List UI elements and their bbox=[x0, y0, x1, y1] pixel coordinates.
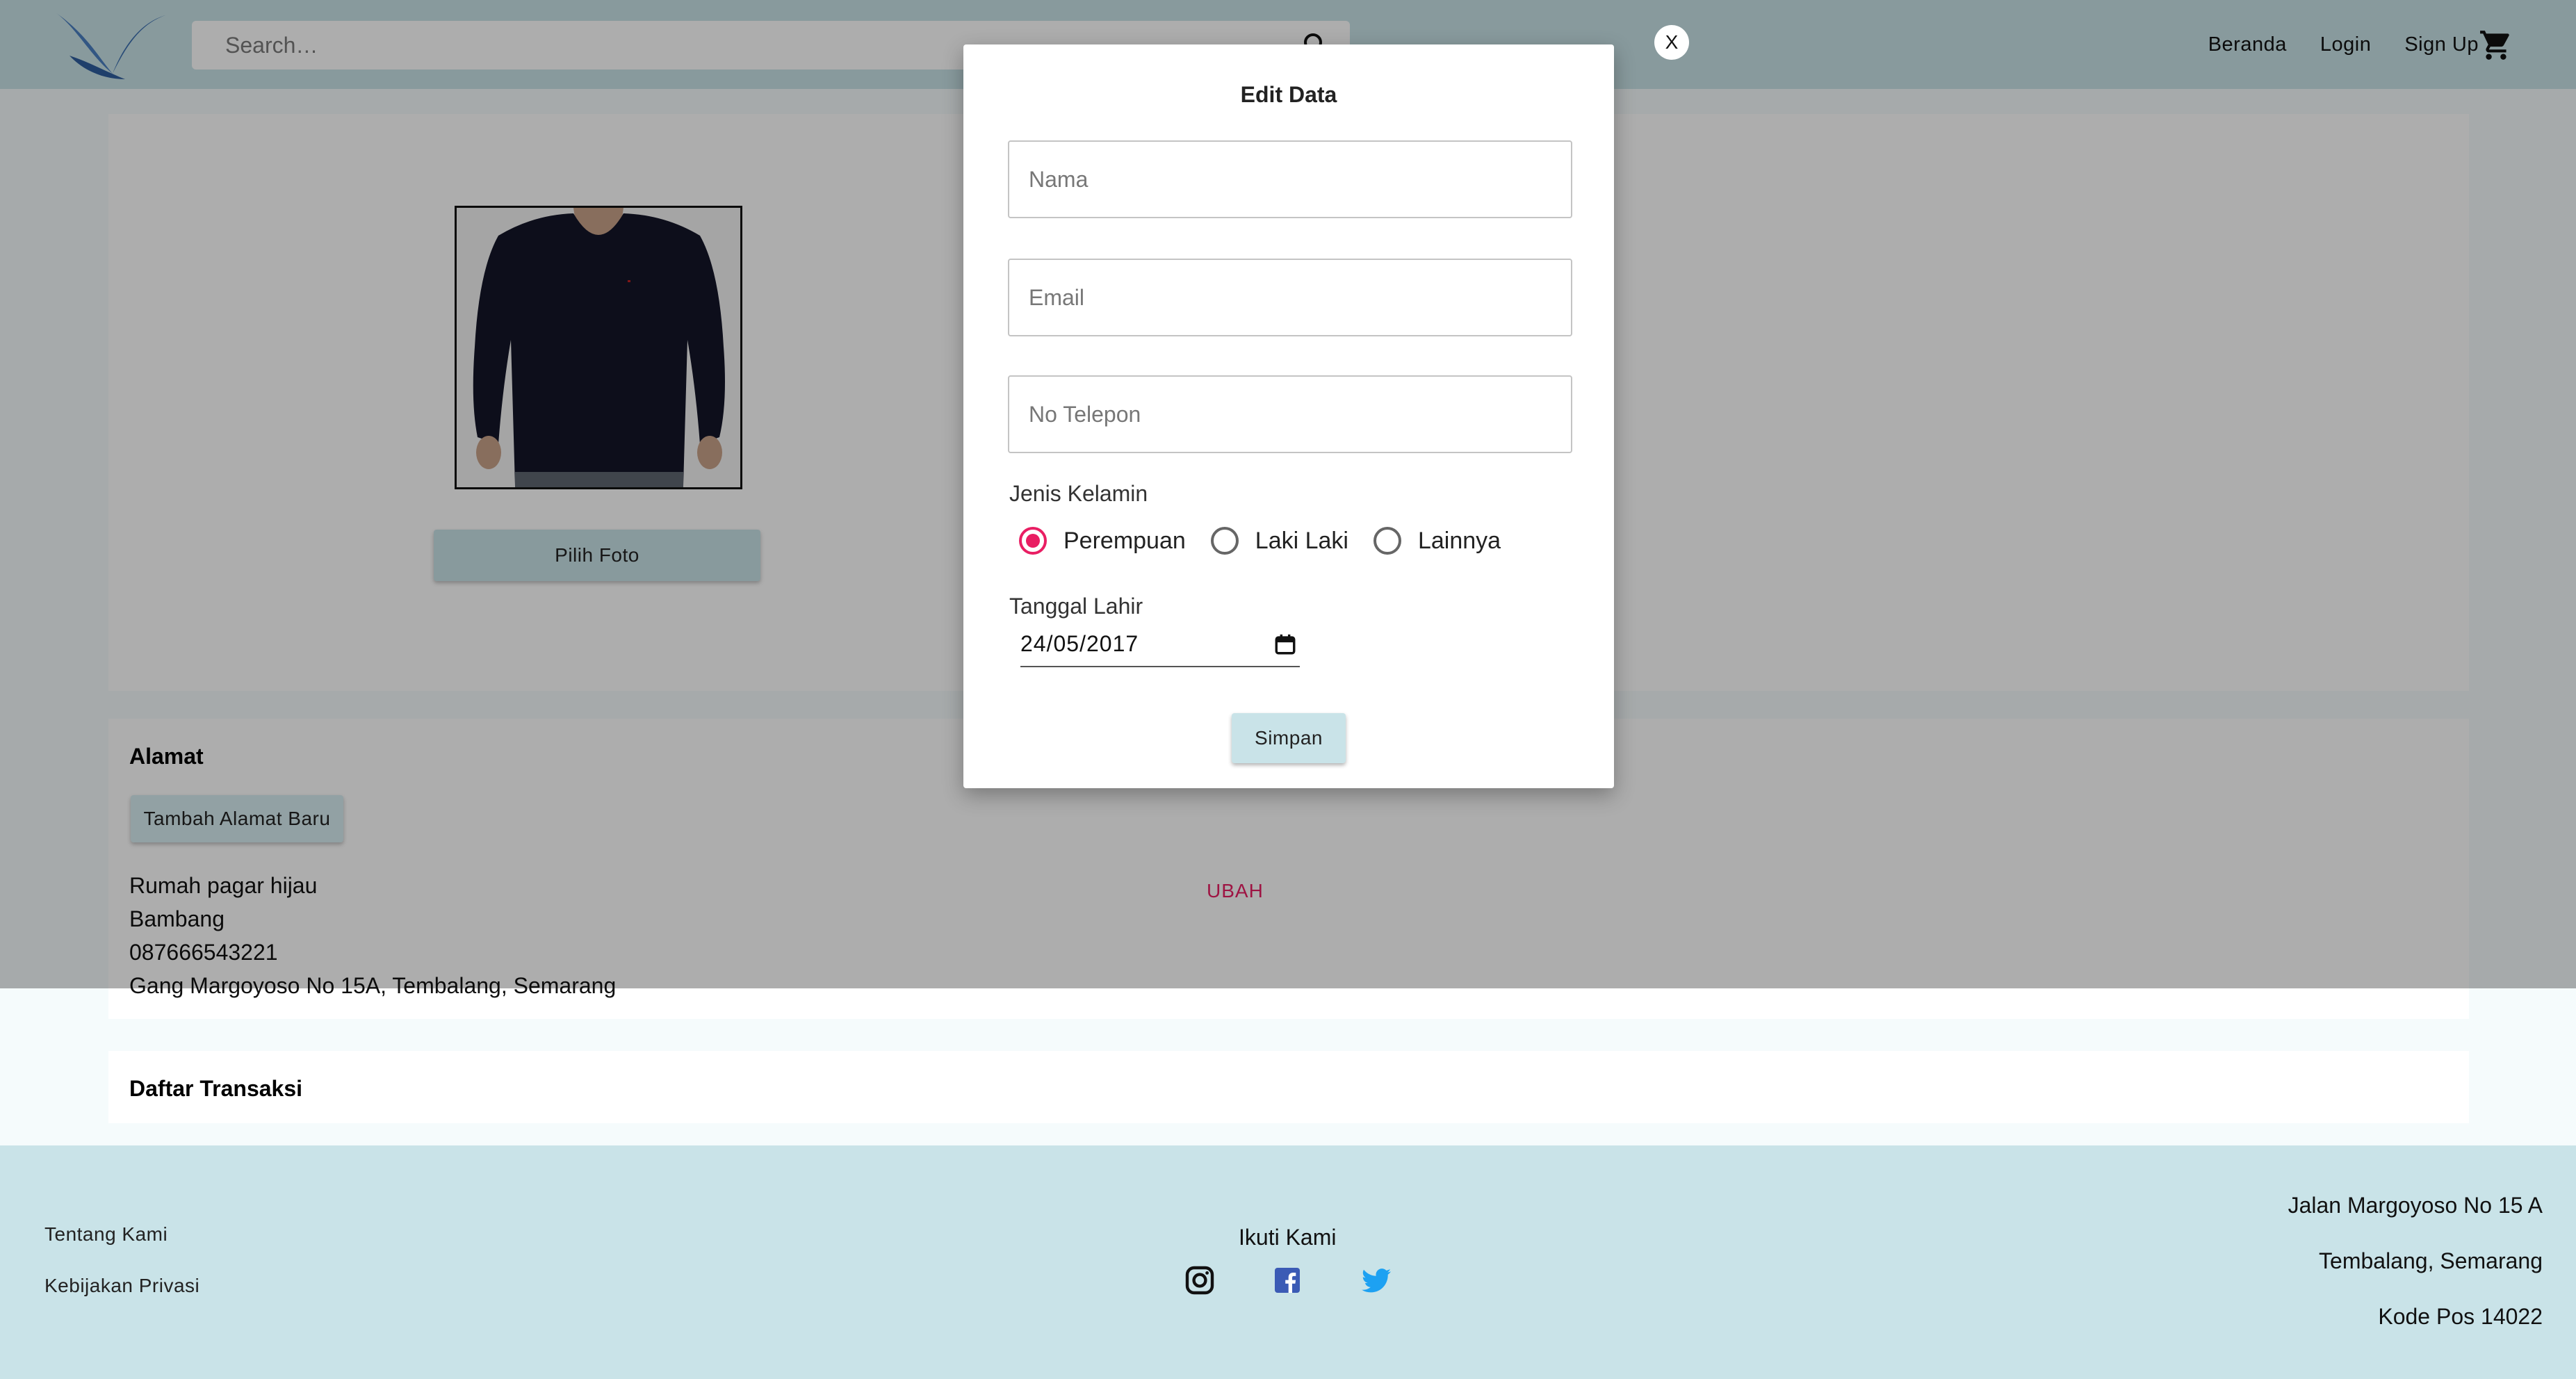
transactions-title: Daftar Transaksi bbox=[129, 1076, 303, 1101]
name-field[interactable] bbox=[1008, 140, 1572, 218]
calendar-icon[interactable] bbox=[1273, 633, 1297, 656]
radio-female-label: Perempuan bbox=[1063, 527, 1186, 554]
footer-privacy-link[interactable]: Kebijakan Privasi bbox=[44, 1275, 199, 1297]
birthdate-field[interactable]: 24/05/2017 bbox=[1020, 624, 1300, 667]
footer-follow-title: Ikuti Kami bbox=[1239, 1225, 1337, 1250]
transactions-card: Daftar Transaksi bbox=[108, 1051, 2469, 1123]
phone-field[interactable] bbox=[1008, 375, 1572, 453]
modal-close-button[interactable]: X bbox=[1654, 25, 1689, 60]
radio-male[interactable] bbox=[1210, 527, 1239, 555]
footer-address-line-2: Tembalang, Semarang bbox=[2319, 1248, 2543, 1273]
facebook-icon[interactable] bbox=[1271, 1264, 1304, 1297]
birthdate-value: 24/05/2017 bbox=[1020, 631, 1139, 656]
birthdate-label: Tanggal Lahir bbox=[1009, 594, 1143, 619]
gender-radio-group: Perempuan Laki Laki Lainnya bbox=[1019, 527, 1526, 555]
footer-address-line-3: Kode Pos 14022 bbox=[2378, 1304, 2543, 1329]
radio-other-label: Lainnya bbox=[1417, 527, 1501, 554]
radio-male-label: Laki Laki bbox=[1255, 527, 1348, 554]
modal-title: Edit Data bbox=[1240, 82, 1337, 107]
radio-other[interactable] bbox=[1373, 527, 1401, 555]
footer-address-line-1: Jalan Margoyoso No 15 A bbox=[2288, 1193, 2543, 1218]
footer-about-link[interactable]: Tentang Kami bbox=[44, 1223, 168, 1246]
footer: Tentang Kami Kebijakan Privasi Ikuti Kam… bbox=[0, 1145, 2576, 1379]
edit-data-modal: Edit Data Jenis Kelamin Perempuan Laki L… bbox=[963, 44, 1614, 788]
gender-option-other[interactable]: Lainnya bbox=[1373, 527, 1501, 555]
twitter-icon[interactable] bbox=[1360, 1264, 1393, 1297]
instagram-icon[interactable] bbox=[1183, 1264, 1216, 1297]
email-field[interactable] bbox=[1008, 259, 1572, 336]
save-button[interactable]: Simpan bbox=[1232, 713, 1346, 763]
gender-label: Jenis Kelamin bbox=[1009, 481, 1148, 506]
gender-option-male[interactable]: Laki Laki bbox=[1210, 527, 1348, 555]
radio-female[interactable] bbox=[1019, 527, 1047, 555]
gender-option-female[interactable]: Perempuan bbox=[1019, 527, 1186, 555]
